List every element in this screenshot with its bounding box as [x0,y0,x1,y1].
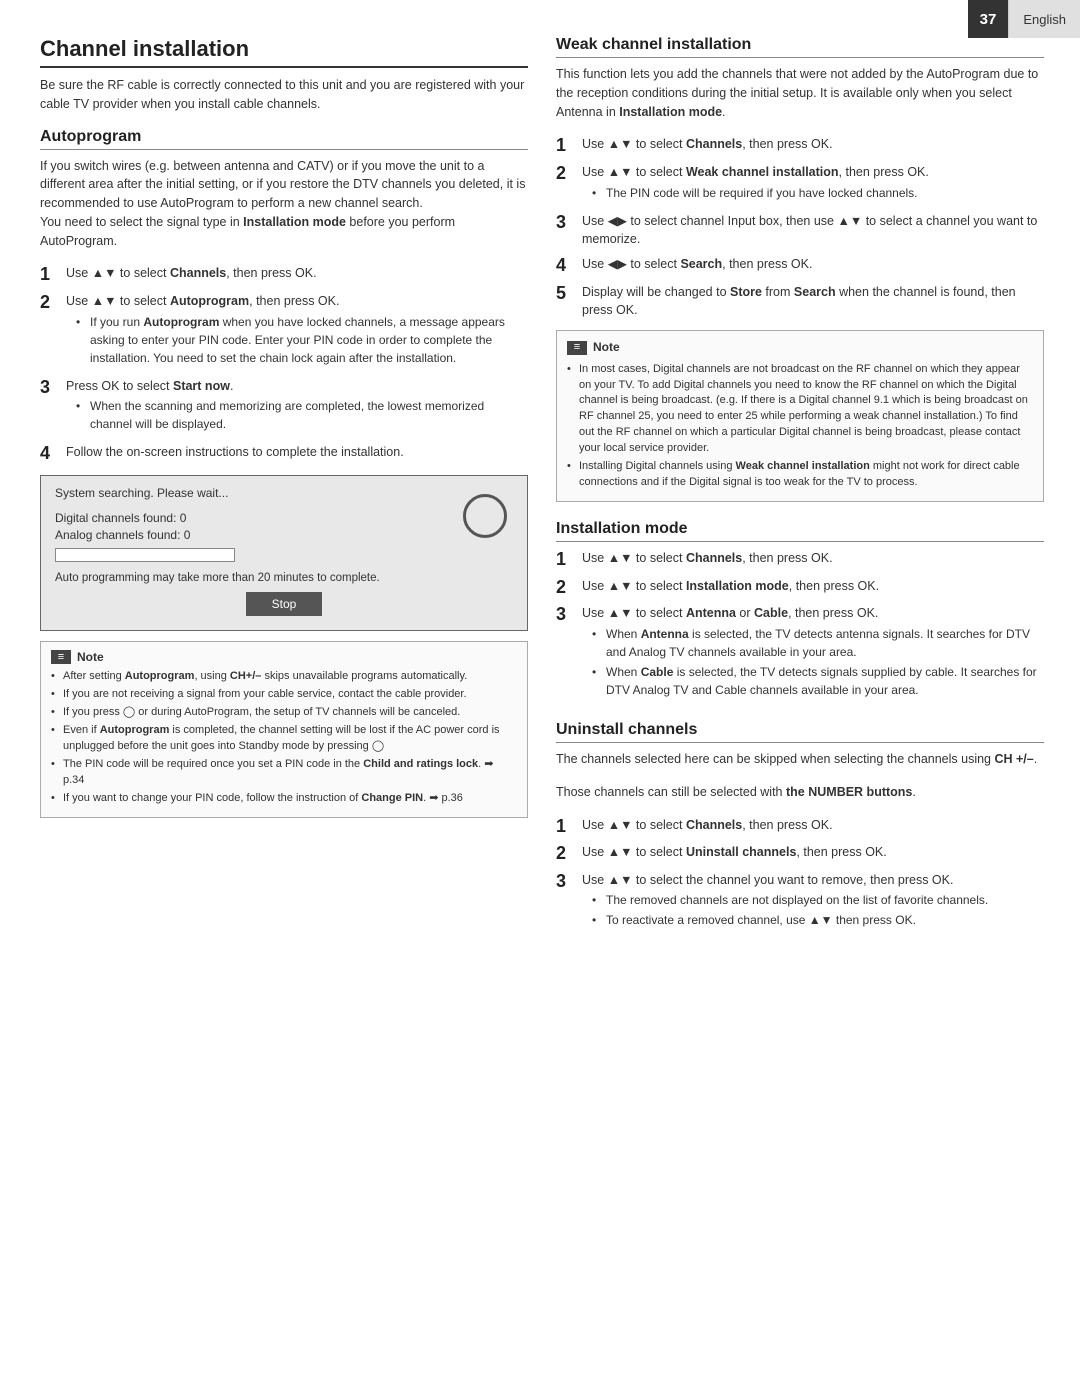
step-content: Use ▲▼ to select Weak channel installati… [582,163,1044,206]
step-number: 4 [556,255,574,277]
note-bullet: In most cases, Digital channels are not … [567,362,1033,458]
step-content: Use ▲▼ to select Channels, then press OK… [66,264,528,283]
sub-bullet: When Antenna is selected, the TV detects… [592,625,1044,661]
screen-mockup: System searching. Please wait... Digital… [40,475,528,631]
step-content: Use ▲▼ to select Uninstall channels, the… [582,843,1044,862]
installation-mode-title: Installation mode [556,520,1044,542]
note-icon [567,341,587,355]
sub-bullet: When the scanning and memorizing are com… [76,397,528,433]
progress-bar [55,548,235,562]
note-bullet: Even if Autoprogram is completed, the ch… [51,723,517,755]
step-number: 3 [556,871,574,893]
step-item: 4 Use ◀▶ to select Search, then press OK… [556,255,1044,277]
step-item: 1 Use ▲▼ to select Channels, then press … [556,549,1044,571]
step-number: 2 [556,163,574,185]
autoprogram-steps: 1 Use ▲▼ to select Channels, then press … [40,264,528,465]
step-number: 5 [556,283,574,305]
step-number: 4 [40,443,58,465]
stop-button[interactable]: Stop [246,592,323,616]
step-content: Use ▲▼ to select Channels, then press OK… [582,549,1044,568]
sub-bullet: To reactivate a removed channel, use ▲▼ … [592,911,1044,929]
screen-line1: System searching. Please wait... [55,486,513,500]
step-item: 5 Display will be changed to Store from … [556,283,1044,321]
step-item: 1 Use ▲▼ to select Channels, then press … [556,135,1044,157]
installation-mode-steps: 1 Use ▲▼ to select Channels, then press … [556,549,1044,703]
sub-bullet: The PIN code will be required if you hav… [592,184,1044,202]
step-number: 3 [556,604,574,626]
step-content: Use ▲▼ to select Channels, then press OK… [582,816,1044,835]
step-content: Follow the on-screen instructions to com… [66,443,528,462]
note-bullet: Installing Digital channels using Weak c… [567,459,1033,491]
intro-text: Be sure the RF cable is correctly connec… [40,76,528,114]
weak-channel-title: Weak channel installation [556,36,1044,58]
step-content: Use ▲▼ to select Channels, then press OK… [582,135,1044,154]
step-number: 1 [556,549,574,571]
main-title: Channel installation [40,36,528,68]
uninstall-steps: 1 Use ▲▼ to select Channels, then press … [556,816,1044,934]
content-area: Channel installation Be sure the RF cabl… [0,0,1080,975]
sub-bullet: When Cable is selected, the TV detects s… [592,663,1044,699]
autoprogram-title: Autoprogram [40,128,528,150]
step-item: 1 Use ▲▼ to select Channels, then press … [40,264,528,286]
note-header: Note [567,339,1033,356]
step-item: 3 Use ▲▼ to select Antenna or Cable, the… [556,604,1044,703]
step-item: 2 Use ▲▼ to select Installation mode, th… [556,577,1044,599]
weak-channel-steps: 1 Use ▲▼ to select Channels, then press … [556,135,1044,320]
uninstall-desc: The channels selected here can be skippe… [556,750,1044,769]
step-content: Press OK to select Start now. When the s… [66,377,528,438]
autoprogram-note-box: Note After setting Autoprogram, using CH… [40,641,528,818]
step-item: 1 Use ▲▼ to select Channels, then press … [556,816,1044,838]
weak-channel-note-bullets: In most cases, Digital channels are not … [567,362,1033,492]
note-icon [51,650,71,664]
step-content: Use ▲▼ to select the channel you want to… [582,871,1044,934]
step-number: 2 [556,577,574,599]
step-number: 1 [40,264,58,286]
step-item: 2 Use ▲▼ to select Uninstall channels, t… [556,843,1044,865]
note-bullet: If you press ◯ or during AutoProgram, th… [51,705,517,721]
step-content: Use ▲▼ to select Installation mode, then… [582,577,1044,596]
uninstall-desc2: Those channels can still be selected wit… [556,783,1044,802]
step-content: Use ▲▼ to select Antenna or Cable, then … [582,604,1044,703]
uninstall-channels-title: Uninstall channels [556,721,1044,743]
step-number: 3 [40,377,58,399]
screen-circle-icon [463,494,507,538]
note-bullet: After setting Autoprogram, using CH+/– s… [51,669,517,685]
note-label: Note [593,339,620,356]
step-number: 1 [556,816,574,838]
note-header: Note [51,650,517,664]
weak-channel-desc: This function lets you add the channels … [556,65,1044,121]
sub-bullet: The removed channels are not displayed o… [592,891,1044,909]
autoprogram-desc: If you switch wires (e.g. between antenn… [40,157,528,251]
step-item: 3 Use ◀▶ to select channel Input box, th… [556,212,1044,250]
step-item: 2 Use ▲▼ to select Autoprogram, then pre… [40,292,528,371]
note-bullets: After setting Autoprogram, using CH+/– s… [51,669,517,807]
step-number: 3 [556,212,574,234]
left-column: Channel installation Be sure the RF cabl… [40,36,528,939]
step-content: Use ▲▼ to select Autoprogram, then press… [66,292,528,371]
right-column: Weak channel installation This function … [556,36,1044,939]
step-item: 3 Use ▲▼ to select the channel you want … [556,871,1044,934]
step-number: 2 [556,843,574,865]
step-number: 2 [40,292,58,314]
screen-note-text: Auto programming may take more than 20 m… [55,570,513,586]
sub-bullet: If you run Autoprogram when you have loc… [76,313,528,367]
step-item: 3 Press OK to select Start now. When the… [40,377,528,438]
step-item: 4 Follow the on-screen instructions to c… [40,443,528,465]
step-content: Use ◀▶ to select channel Input box, then… [582,212,1044,250]
step-number: 1 [556,135,574,157]
note-bullet: If you are not receiving a signal from y… [51,687,517,703]
note-label: Note [77,650,104,664]
language-label: English [1008,0,1080,38]
note-bullet: If you want to change your PIN code, fol… [51,791,517,807]
weak-channel-note-box: Note In most cases, Digital channels are… [556,330,1044,502]
top-bar: 37 English [968,0,1080,38]
screen-line2: Digital channels found: 0 [55,511,513,525]
step-content: Display will be changed to Store from Se… [582,283,1044,321]
step-item: 2 Use ▲▼ to select Weak channel installa… [556,163,1044,206]
note-bullet: The PIN code will be required once you s… [51,757,517,789]
step-content: Use ◀▶ to select Search, then press OK. [582,255,1044,274]
page-number: 37 [968,0,1009,38]
screen-line3: Analog channels found: 0 [55,528,513,542]
